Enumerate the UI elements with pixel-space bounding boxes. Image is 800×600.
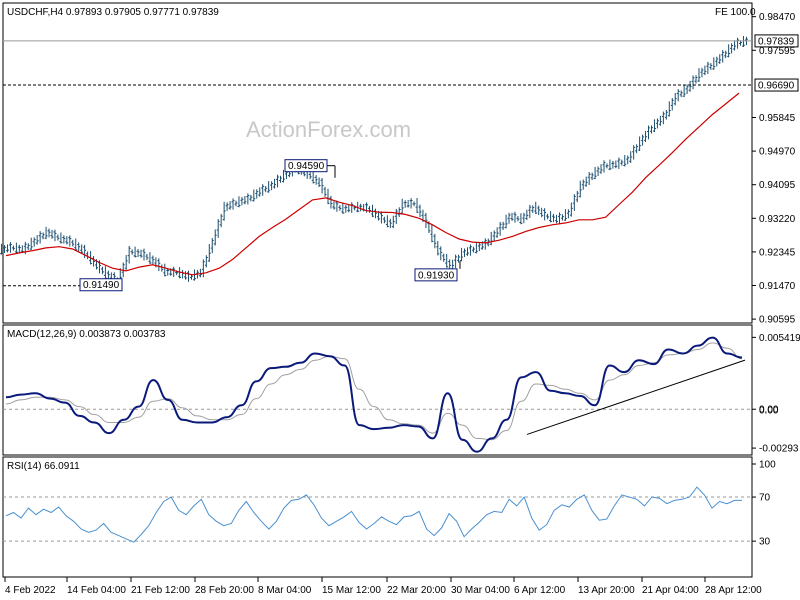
x-tick-label: 14 Feb 04:00 — [67, 585, 126, 596]
price-y-tick-label: 0.92345 — [759, 247, 796, 258]
x-tick-label: 22 Mar 20:00 — [387, 585, 446, 596]
price-reference-lines: 0.978390.96690 — [3, 34, 799, 92]
x-tick-label: 28 Feb 20:00 — [195, 585, 254, 596]
rsi-title: RSI(14) 66.0911 — [7, 461, 80, 472]
annotation-label: 0.91490 — [83, 280, 120, 291]
macd-lines — [5, 336, 746, 453]
price-y-tick-label: 0.94970 — [759, 147, 796, 158]
symbol-ohlc-header: USDCHF,H4 0.97893 0.97905 0.97771 0.9783… — [7, 7, 219, 18]
x-tick-label: 6 Apr 12:00 — [514, 585, 566, 596]
rsi-y-tick-label: 70 — [759, 493, 771, 504]
macd-line — [5, 336, 743, 453]
price-panel-frame — [2, 2, 753, 324]
x-tick-label: 30 Mar 04:00 — [451, 585, 510, 596]
price-y-tick-label: 0.95845 — [759, 113, 796, 124]
price-y-tick-label: 0.98470 — [759, 12, 796, 23]
rsi-line — [5, 486, 742, 543]
x-tick-label: 13 Apr 20:00 — [578, 585, 635, 596]
x-tick-label: 15 Mar 12:00 — [322, 585, 381, 596]
price-y-tick-label: 0.93220 — [759, 214, 796, 225]
macd-y-tick-label: 0.00 — [759, 406, 779, 417]
price-y-tick-label: 0.97595 — [759, 46, 796, 57]
x-axis: 4 Feb 2022 14 Feb 04:00 21 Feb 12:00 28 Feb… — [4, 577, 762, 596]
price-y-tick-label: 0.94095 — [759, 180, 796, 191]
chart-canvas: ActionForex.com 0.978390.96690 0.945900.… — [0, 2, 800, 596]
price-box-label: 0.96690 — [758, 81, 795, 92]
rsi-panel-frame — [2, 456, 753, 578]
rsi-y-tick-label: 30 — [759, 537, 771, 548]
x-tick-label: 21 Feb 12:00 — [131, 585, 190, 596]
macd-y-tick-label: 0.005419 — [759, 333, 800, 344]
annotation-label: 0.94590 — [288, 161, 325, 172]
price-y-axis: 0.98470 0.97595 0.95845 0.94970 0.94095 0.932… — [752, 12, 796, 326]
price-candles — [0, 35, 748, 286]
macd-trendline — [526, 359, 746, 435]
x-tick-label: 4 Feb 2022 — [5, 585, 56, 596]
price-y-tick-label: 0.90595 — [759, 315, 796, 326]
x-tick-label: 8 Mar 04:00 — [258, 585, 312, 596]
rsi-line — [5, 486, 742, 543]
rsi-y-axis: 100 70 30 — [752, 460, 776, 548]
price-annotations: 0.94590 0.91930 0.91490 — [3, 159, 461, 292]
macd-title: MACD(12,26,9) 0.003873 0.003783 — [7, 329, 166, 340]
fe-label: FE 100.0 — [715, 7, 756, 18]
annotation-label: 0.91930 — [418, 270, 455, 281]
macd-panel-frame — [2, 324, 753, 456]
watermark: ActionForex.com — [246, 117, 411, 142]
x-tick-label: 21 Apr 04:00 — [642, 585, 699, 596]
price-y-tick-label: 0.91470 — [759, 281, 796, 292]
macd-y-tick-label: -0.00293 — [759, 444, 799, 455]
macd-y-axis: 0.0054190.000.00-0.00293 — [752, 333, 800, 455]
x-tick-label: 28 Apr 12:00 — [705, 585, 762, 596]
rsi-y-tick-label: 100 — [759, 460, 776, 471]
